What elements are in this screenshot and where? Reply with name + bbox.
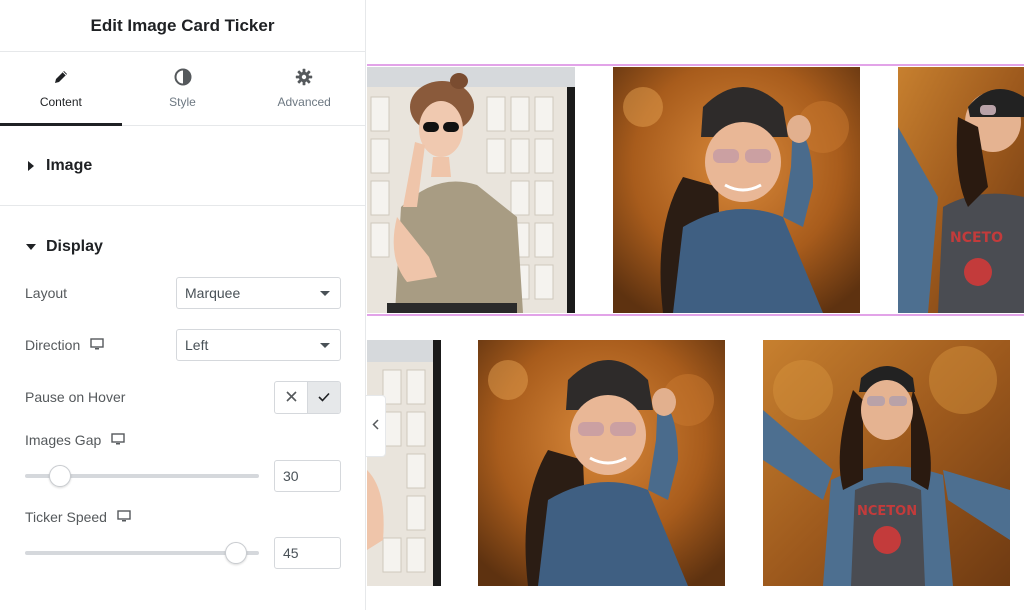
tab-style[interactable]: Style	[122, 52, 244, 125]
direction-label: Direction	[25, 337, 81, 353]
photo-window-partial	[367, 340, 441, 586]
tab-content[interactable]: Content	[0, 52, 122, 126]
photo-girl-sunglasses	[367, 67, 575, 313]
slider-handle[interactable]	[224, 542, 247, 564]
check-icon	[318, 389, 330, 407]
layout-select-value: Marquee	[185, 285, 241, 301]
ticker-speed-label: Ticker Speed	[25, 509, 107, 525]
layout-control-label: Layout	[25, 285, 67, 301]
ticker-speed-value: 45	[283, 545, 299, 561]
panel-header: Edit Image Card Ticker	[0, 0, 365, 52]
images-gap-value: 30	[283, 468, 299, 484]
pencil-icon	[52, 68, 70, 86]
half-circle-icon	[174, 68, 192, 86]
close-icon	[285, 389, 297, 407]
svg-text:NCETO: NCETO	[950, 230, 1003, 246]
section-image-title: Image	[46, 156, 93, 174]
ticker-card[interactable]	[478, 340, 725, 586]
ticker-card[interactable]	[367, 340, 441, 586]
pause-on-hover-control-label: Pause on Hover	[25, 389, 125, 405]
preview-canvas: NCETO NCETON	[367, 0, 1024, 610]
ticker-speed-slider[interactable]	[25, 541, 259, 565]
tab-style-label: Style	[169, 95, 196, 109]
section-display-title: Display	[46, 238, 103, 255]
pause-on-hover-switch	[274, 381, 341, 414]
tab-content-label: Content	[39, 95, 82, 109]
layout-label: Layout	[25, 285, 68, 301]
ticker-card[interactable]: NCETON	[763, 340, 1010, 586]
slider-track	[25, 551, 259, 555]
ticker-card[interactable]	[613, 67, 860, 313]
panel-collapse-button[interactable]	[366, 395, 386, 457]
caret-right-icon	[26, 160, 36, 171]
ticker-card[interactable]: NCETO	[898, 67, 1024, 313]
images-gap-input[interactable]: 30	[274, 460, 341, 492]
photo-girl-beanie	[613, 67, 860, 313]
photo-girl-princeton: NCETO	[898, 67, 1024, 313]
ticker-card[interactable]	[367, 67, 575, 313]
pause-on-hover-off-button[interactable]	[275, 382, 307, 413]
desktop-icon[interactable]	[117, 509, 131, 525]
caret-down-icon	[26, 242, 36, 252]
chevron-down-icon	[320, 290, 330, 296]
images-gap-label: Images Gap	[25, 432, 102, 448]
section-display-toggle[interactable]: Display	[0, 206, 365, 270]
panel-title: Edit Image Card Ticker	[90, 15, 275, 35]
pause-on-hover-on-button[interactable]	[308, 382, 340, 413]
svg-text:NCETON: NCETON	[857, 504, 917, 519]
direction-select-value: Left	[185, 337, 209, 353]
tab-advanced[interactable]: Advanced	[243, 52, 365, 125]
pause-on-hover-label: Pause on Hover	[25, 389, 126, 405]
ticker-speed-control-label: Ticker Speed	[25, 509, 131, 525]
desktop-icon[interactable]	[90, 337, 104, 353]
photo-girl-princeton: NCETON	[763, 340, 1010, 586]
layout-select[interactable]: Marquee	[176, 277, 341, 309]
tab-advanced-label: Advanced	[277, 95, 331, 109]
gear-icon	[295, 68, 313, 86]
desktop-icon[interactable]	[111, 432, 125, 448]
direction-control-label: Direction	[25, 337, 104, 353]
ticker-speed-input[interactable]: 45	[274, 537, 341, 569]
panel-tabs: Content Style Advanced	[0, 52, 365, 126]
section-image-toggle[interactable]: Image	[0, 126, 365, 206]
photo-girl-beanie	[478, 340, 725, 586]
editor-panel: Edit Image Card Ticker Content Style Adv…	[0, 0, 366, 610]
chevron-down-icon	[320, 342, 330, 348]
chevron-left-icon	[372, 417, 379, 435]
images-gap-control-label: Images Gap	[25, 432, 125, 448]
images-gap-slider[interactable]	[25, 464, 259, 488]
direction-select[interactable]: Left	[176, 329, 341, 361]
slider-handle[interactable]	[49, 465, 72, 487]
